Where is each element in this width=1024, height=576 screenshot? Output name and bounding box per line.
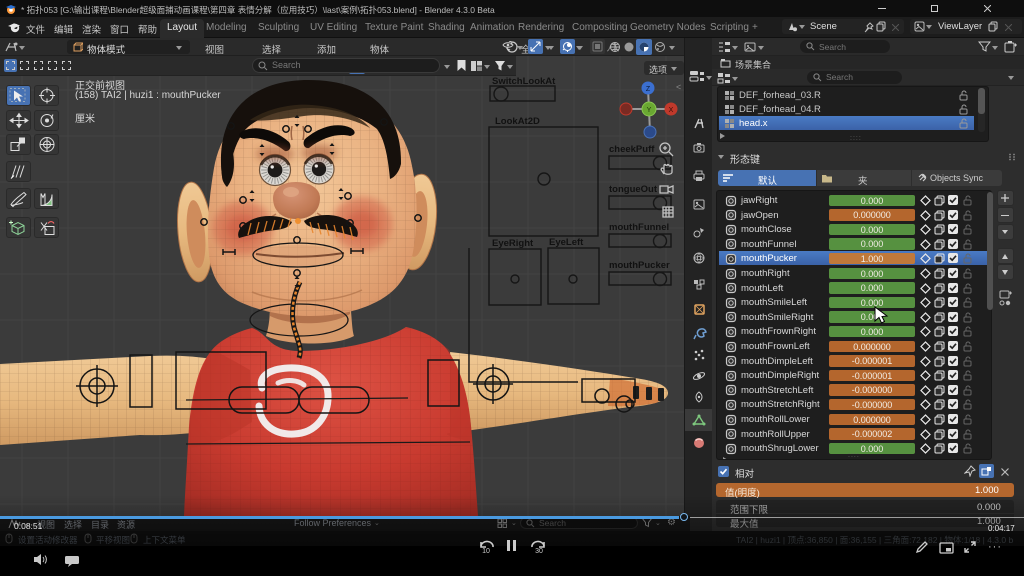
svg-text:SwitchLookAt: SwitchLookAt [492,76,556,87]
svg-text:Y: Y [647,107,652,114]
svg-text:EyeRight: EyeRight [492,238,534,249]
svg-text:mouthPucker: mouthPucker [609,260,670,271]
svg-text:EyeLeft: EyeLeft [549,237,584,248]
svg-text:cheekPuff: cheekPuff [609,144,655,155]
svg-text:X: X [669,107,674,114]
svg-text:30: 30 [535,548,543,554]
svg-text:LookAt2D: LookAt2D [495,116,540,127]
svg-text:10: 10 [482,548,490,554]
svg-text:tongueOut: tongueOut [609,184,658,195]
svg-text:mouthFunnel: mouthFunnel [609,222,669,233]
svg-text:Z: Z [646,86,651,93]
